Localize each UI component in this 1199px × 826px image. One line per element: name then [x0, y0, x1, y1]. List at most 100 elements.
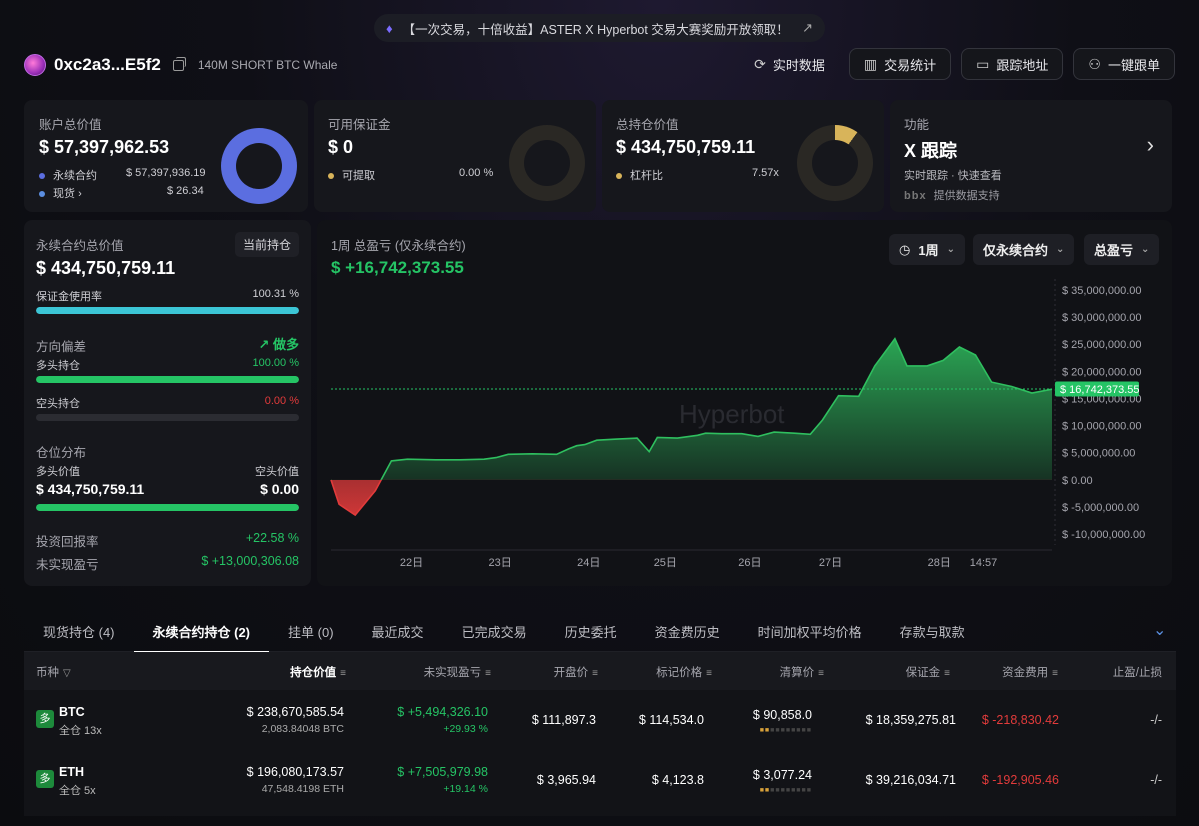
- tp-sl[interactable]: -/-: [1150, 773, 1162, 787]
- y-tick-label: $ -5,000,000.00: [1062, 502, 1139, 514]
- external-link-icon[interactable]: ↗: [802, 20, 813, 36]
- wallet-tag: 140M SHORT BTC Whale: [197, 58, 338, 72]
- mark-price: $ 4,123.8: [651, 773, 704, 787]
- metric-select[interactable]: 总盈亏 ⌄: [1084, 234, 1160, 265]
- column-header-label: 止盈/止损: [1112, 667, 1162, 679]
- track-label: 跟踪地址: [996, 57, 1049, 73]
- tab-3[interactable]: 最近成交: [353, 612, 443, 652]
- perp-legend-value: $ 57,397,936.19: [126, 167, 206, 179]
- y-tick-label: $ 5,000,000.00: [1062, 448, 1135, 460]
- y-tick-label: $ 35,000,000.00: [1062, 285, 1142, 297]
- scope-select[interactable]: 仅永续合约 ⌄: [973, 234, 1075, 265]
- column-header-label: 持仓价值: [290, 667, 337, 679]
- copy-trade-button[interactable]: ⚇ 一键跟单: [1073, 48, 1175, 80]
- table-row[interactable]: 多 ETH 全仓 5x $ 196,080,173.57 47,548.4198 ETH…: [24, 750, 1176, 810]
- table-row[interactable]: 多 BTC 全仓 13x $ 238,670,585.54 2,083.84048 BT…: [24, 690, 1176, 750]
- column-header-3[interactable]: 开盘价 ≡: [554, 664, 598, 680]
- withdraw-value: 0.00 %: [459, 167, 494, 179]
- column-header-8[interactable]: 止盈/止损: [1113, 664, 1162, 680]
- tab-4[interactable]: 已完成交易: [443, 612, 546, 652]
- direction-label: 方向偏差: [36, 340, 87, 354]
- column-header-6[interactable]: 保证金 ≡: [906, 664, 950, 680]
- coin-symbol: ETH: [59, 765, 84, 779]
- column-header-label: 标记价格: [656, 667, 703, 679]
- distribution-bar: [36, 504, 299, 511]
- column-header-label: 币种: [36, 667, 59, 679]
- sort-icon[interactable]: ≡: [944, 668, 950, 679]
- column-header-2[interactable]: 未实现盈亏 ≡: [424, 664, 491, 680]
- margin-use-fill: [36, 307, 299, 314]
- bar-chart-icon: ▥: [863, 55, 878, 72]
- spot-legend-label: 现货: [53, 188, 75, 200]
- column-header-1[interactable]: 持仓价值 ≡: [290, 664, 346, 680]
- sort-icon[interactable]: ≡: [340, 668, 346, 679]
- leverage: 全仓 13x: [59, 725, 102, 737]
- tab-7[interactable]: 时间加权平均价格: [739, 612, 881, 652]
- tab-8[interactable]: 存款与取款: [881, 612, 984, 652]
- chevron-right-icon: ›: [78, 188, 82, 200]
- flame-icon: ♦: [386, 20, 393, 36]
- filter-icon[interactable]: ▽: [63, 668, 71, 679]
- column-header-5[interactable]: 清算价 ≡: [780, 664, 824, 680]
- position-size: 47,548.4198 ETH: [261, 783, 344, 795]
- x-tick-label: 27日: [819, 557, 842, 569]
- refresh-icon: ⟳: [754, 55, 766, 72]
- features-card[interactable]: 功能 X 跟踪 实时跟踪 · 快速查看 bbx 提供数据支持 ›: [890, 100, 1172, 212]
- position-size: 2,083.84048 BTC: [261, 723, 344, 735]
- column-header-label: 资金费用: [1002, 667, 1049, 679]
- copy-icon[interactable]: [172, 56, 186, 71]
- unrealized-pnl: $ +7,505,979.98: [397, 765, 488, 779]
- banner-text: 【一次交易，十倍收益】ASTER X Hyperbot 交易大赛奖励开放领取！: [402, 22, 789, 37]
- column-header-4[interactable]: 标记价格 ≡: [656, 664, 712, 680]
- sort-icon[interactable]: ≡: [1052, 668, 1058, 679]
- entry-price: $ 111,897.3: [531, 713, 596, 727]
- sort-icon[interactable]: ≡: [818, 668, 824, 679]
- sort-icon[interactable]: ≡: [592, 668, 598, 679]
- tab-5[interactable]: 历史委托: [546, 612, 636, 652]
- long-badge: 多: [36, 770, 54, 788]
- tab-2[interactable]: 挂单 (0): [269, 612, 353, 652]
- leverage: 全仓 5x: [59, 785, 96, 797]
- tab-1[interactable]: 永续合约持仓 (2): [133, 612, 270, 653]
- spot-legend[interactable]: 现货 ›: [39, 185, 82, 201]
- leverage-value: 7.57x: [752, 167, 779, 179]
- tab-0[interactable]: 现货持仓 (4): [24, 612, 134, 652]
- features-title: X 跟踪: [904, 141, 958, 161]
- perp-total-label: 永续合约总价值: [36, 239, 124, 253]
- coin-symbol: BTC: [59, 705, 85, 719]
- y-tick-label: $ -10,000,000.00: [1062, 529, 1145, 541]
- powered-text: 提供数据支持: [933, 190, 1000, 202]
- realtime-button[interactable]: ⟳ 实时数据: [740, 48, 839, 80]
- column-header-label: 未实现盈亏: [423, 667, 482, 679]
- current-position-badge[interactable]: 当前持仓: [234, 232, 299, 257]
- liquidation-risk-indicator: ■■■■■■■■■■: [759, 727, 812, 734]
- chevron-down-icon: ⌄: [1141, 244, 1150, 255]
- pnl-area-chart: Hyperbot $ 35,000,000.00$ 30,000,000.00$…: [330, 279, 1145, 569]
- margin-label: 可用保证金: [328, 118, 391, 132]
- y-tick-label: $ 0.00: [1062, 475, 1093, 487]
- stats-button[interactable]: ▥ 交易统计: [848, 48, 952, 80]
- column-header-0[interactable]: 币种 ▽: [36, 664, 71, 680]
- margin: $ 39,216,034.71: [865, 773, 956, 787]
- position-label: 总持仓价值: [616, 118, 679, 132]
- y-tick-label: $ 20,000,000.00: [1062, 366, 1142, 378]
- position-value-card: 总持仓价值 $ 434,750,759.11 杠杆比 7.57x: [602, 100, 884, 212]
- copy-trade-label: 一键跟单: [1107, 57, 1160, 73]
- announcement-banner[interactable]: ♦ 【一次交易，十倍收益】ASTER X Hyperbot 交易大赛奖励开放领取…: [374, 14, 825, 42]
- tp-sl[interactable]: -/-: [1150, 713, 1162, 727]
- liquidation-price: $ 90,858.0: [752, 708, 812, 722]
- track-address-button[interactable]: ▭ 跟踪地址: [961, 48, 1064, 80]
- clock-icon: ◷: [899, 241, 911, 257]
- y-tick-label: $ 25,000,000.00: [1062, 339, 1142, 351]
- period-select[interactable]: ◷ 1周 ⌄: [889, 234, 965, 265]
- upnl-value: $ +13,000,306.08: [201, 554, 299, 568]
- margin-value: $ 0: [328, 137, 354, 157]
- chevron-right-icon[interactable]: ›: [1147, 132, 1154, 158]
- collapse-chevron-icon[interactable]: ⌄: [1153, 620, 1166, 640]
- sort-icon[interactable]: ≡: [485, 668, 491, 679]
- short-bar: [36, 414, 299, 421]
- sort-icon[interactable]: ≡: [706, 668, 712, 679]
- column-header-label: 清算价: [779, 667, 815, 679]
- column-header-7[interactable]: 资金费用 ≡: [1002, 664, 1058, 680]
- tab-6[interactable]: 资金费历史: [636, 612, 739, 652]
